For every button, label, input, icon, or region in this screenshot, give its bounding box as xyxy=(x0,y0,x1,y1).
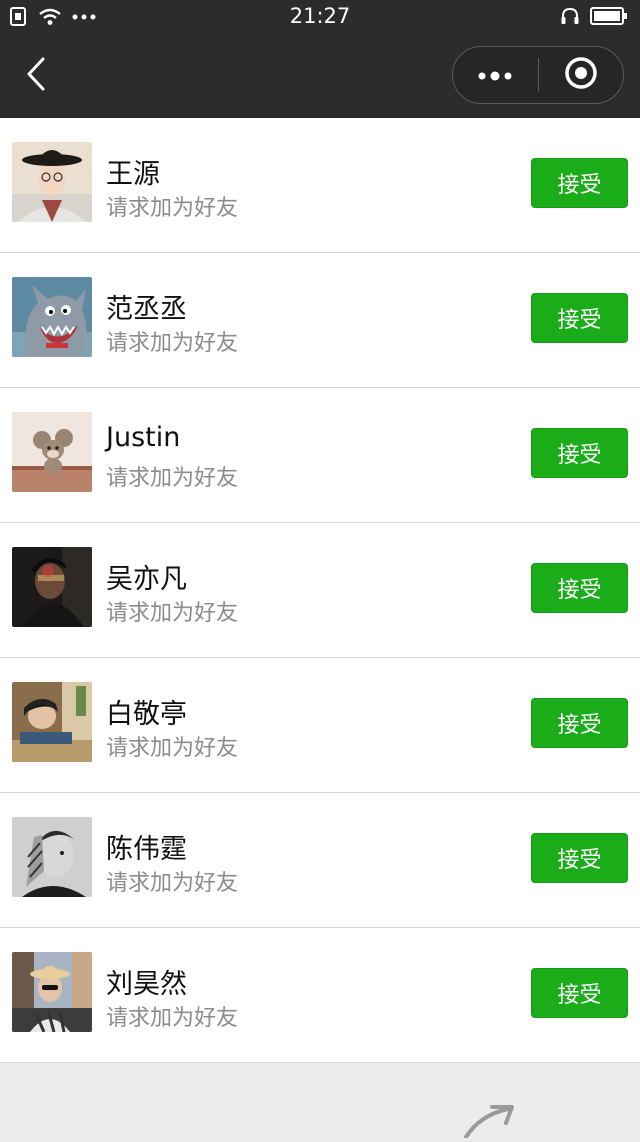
accept-button[interactable]: 接受 xyxy=(531,968,628,1018)
avatar xyxy=(12,952,92,1032)
friend-request-row: Justin 请求加为好友 接受 xyxy=(0,388,640,523)
requester-name: 范丞丞 xyxy=(106,294,187,325)
accept-button[interactable]: 接受 xyxy=(531,293,628,343)
avatar xyxy=(12,547,92,627)
requester-name: 王源 xyxy=(106,159,160,190)
status-right-icons xyxy=(550,6,628,26)
friend-request-list: 王源 请求加为好友 接受 范丞丞 请求加为好友 接受 Justin 请求加为好友… xyxy=(0,118,640,1063)
requester-name: Justin xyxy=(106,422,181,453)
accept-button[interactable]: 接受 xyxy=(531,158,628,208)
back-button[interactable] xyxy=(14,52,58,100)
avatar xyxy=(12,817,92,897)
request-subtitle: 请求加为好友 xyxy=(106,736,239,761)
record-circle-icon xyxy=(564,56,598,94)
status-time: 21:27 xyxy=(289,4,351,28)
accept-button[interactable]: 接受 xyxy=(531,833,628,883)
request-subtitle: 请求加为好友 xyxy=(106,196,239,221)
status-bar: 21:27 xyxy=(0,0,640,34)
battery-icon xyxy=(590,7,628,25)
request-subtitle: 请求加为好友 xyxy=(106,1006,239,1031)
arrow-watermark-icon xyxy=(462,1103,518,1142)
requester-name: 刘昊然 xyxy=(106,969,187,1000)
accept-button[interactable]: 接受 xyxy=(531,428,628,478)
requester-name: 白敬亭 xyxy=(106,699,187,730)
request-subtitle: 请求加为好友 xyxy=(106,871,239,896)
friend-request-row: 吴亦凡 请求加为好友 接受 xyxy=(0,523,640,658)
chevron-left-icon xyxy=(25,56,47,96)
avatar xyxy=(12,142,92,222)
more-dots-icon xyxy=(477,66,513,85)
requester-name: 吴亦凡 xyxy=(106,564,187,595)
capsule-close-button[interactable] xyxy=(539,47,624,103)
nav-bar xyxy=(0,34,640,118)
accept-button[interactable]: 接受 xyxy=(531,698,628,748)
avatar xyxy=(12,277,92,357)
bottom-empty-area xyxy=(0,1063,640,1139)
friend-request-row: 陈伟霆 请求加为好友 接受 xyxy=(0,793,640,928)
capsule-menu-button[interactable] xyxy=(453,47,538,103)
request-subtitle: 请求加为好友 xyxy=(106,466,239,491)
mini-program-capsule xyxy=(452,46,624,104)
headphones-icon xyxy=(560,6,580,26)
friend-request-row: 刘昊然 请求加为好友 接受 xyxy=(0,928,640,1063)
friend-request-row: 范丞丞 请求加为好友 接受 xyxy=(0,253,640,388)
accept-button[interactable]: 接受 xyxy=(531,563,628,613)
friend-request-row: 白敬亭 请求加为好友 接受 xyxy=(0,658,640,793)
requester-name: 陈伟霆 xyxy=(106,834,187,865)
avatar xyxy=(12,682,92,762)
request-subtitle: 请求加为好友 xyxy=(106,601,239,626)
avatar xyxy=(12,412,92,492)
request-subtitle: 请求加为好友 xyxy=(106,331,239,356)
friend-request-row: 王源 请求加为好友 接受 xyxy=(0,118,640,253)
